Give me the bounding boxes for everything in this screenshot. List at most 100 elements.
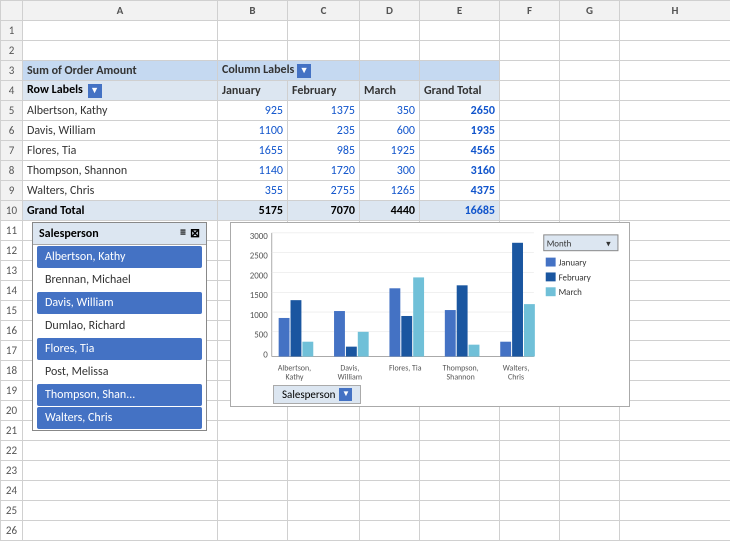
filter-header-icons: ≡ ⊠ xyxy=(180,226,200,241)
table-row: 9 Walters, Chris 355 2755 1265 4375 xyxy=(1,181,730,201)
filter-item-albertson[interactable]: Albertson, Kathy xyxy=(37,246,202,268)
bar-albertson-mar xyxy=(302,342,313,357)
filter-item-brennan[interactable]: Brennan, Michael xyxy=(37,269,202,291)
bar-davis-jan xyxy=(334,311,345,357)
chart-wrapper: 3000 2500 2000 1500 1000 500 0 xyxy=(231,223,629,406)
filter-item-thompson[interactable]: Thompson, Shan... xyxy=(37,384,202,406)
cell-albertson-mar: 350 xyxy=(360,101,420,121)
bar-davis-mar xyxy=(358,332,369,357)
sum-of-order-label: Sum of Order Amount xyxy=(23,61,218,81)
salesperson-filter-button[interactable]: Salesperson ▼ xyxy=(273,385,361,404)
grand-total-row: 10 Grand Total 5175 7070 4440 16685 xyxy=(1,201,730,221)
table-row: 2 xyxy=(1,41,730,61)
pivot-header-row: 4 Row Labels ▼ January February March Gr… xyxy=(1,81,730,101)
y-label-0: 0 xyxy=(263,351,268,361)
filter-item-flores[interactable]: Flores, Tia xyxy=(37,338,202,360)
col-G: G xyxy=(560,1,620,21)
table-row: 1 xyxy=(1,21,730,41)
row-filter-icon[interactable]: ▼ xyxy=(88,84,102,98)
bar-thompson-jan xyxy=(445,310,456,356)
grand-total-feb: 7070 xyxy=(288,201,360,221)
cell-thompson-mar: 300 xyxy=(360,161,420,181)
table-row: 24 xyxy=(1,481,730,501)
col-D: D xyxy=(360,1,420,21)
y-label-1000: 1000 xyxy=(250,311,269,321)
filter-item-walters[interactable]: Walters, Chris xyxy=(37,407,202,429)
filter-item-post[interactable]: Post, Melissa xyxy=(37,361,202,383)
cell-albertson-feb: 1375 xyxy=(288,101,360,121)
legend-label-february: February xyxy=(559,273,591,283)
cell-albertson-total: 2650 xyxy=(420,101,500,121)
cell-flores-jan: 1655 xyxy=(218,141,288,161)
cell-albertson-jan: 925 xyxy=(218,101,288,121)
svg-text:William: William xyxy=(338,372,362,382)
table-row: 7 Flores, Tia 1655 985 1925 4565 xyxy=(1,141,730,161)
cell-walters-total: 4375 xyxy=(420,181,500,201)
person-albertson: Albertson, Kathy xyxy=(23,101,218,121)
y-label-500: 500 xyxy=(254,331,268,341)
filter-item-davis[interactable]: Davis, William xyxy=(37,292,202,314)
cell-davis-total: 1935 xyxy=(420,121,500,141)
cell-thompson-total: 3160 xyxy=(420,161,500,181)
table-row: 6 Davis, William 1100 235 600 1935 xyxy=(1,121,730,141)
month-dropdown-arrow: ▾ xyxy=(606,240,611,250)
legend-label-march: March xyxy=(559,288,583,298)
col-H: H xyxy=(620,1,730,21)
cell-walters-mar: 1265 xyxy=(360,181,420,201)
table-row: 8 Thompson, Shannon 1140 1720 300 3160 xyxy=(1,161,730,181)
grand-total-mar: 4440 xyxy=(360,201,420,221)
chart-svg: 3000 2500 2000 1500 1000 500 0 xyxy=(231,223,629,406)
january-header: January xyxy=(218,81,288,101)
bar-davis-feb xyxy=(346,347,357,357)
bar-albertson-feb xyxy=(291,300,302,356)
table-row: 26 xyxy=(1,521,730,541)
person-flores: Flores, Tia xyxy=(23,141,218,161)
column-filter-icon[interactable]: ▼ xyxy=(297,64,311,78)
grand-total-jan: 5175 xyxy=(218,201,288,221)
salesperson-btn-label: Salesperson xyxy=(282,388,335,401)
legend-swatch-january xyxy=(546,258,556,267)
table-row: 25 xyxy=(1,501,730,521)
cell-thompson-feb: 1720 xyxy=(288,161,360,181)
bar-flores-feb xyxy=(401,316,412,357)
grand-total-all: 16685 xyxy=(420,201,500,221)
bar-flores-mar xyxy=(413,277,424,356)
salesperson-filter-icon[interactable]: ▼ xyxy=(339,388,352,401)
row-labels-header: Row Labels xyxy=(27,83,83,97)
cell-thompson-jan: 1140 xyxy=(218,161,288,181)
cell-walters-jan: 355 xyxy=(218,181,288,201)
bar-walters-jan xyxy=(500,342,511,357)
cell-flores-feb: 985 xyxy=(288,141,360,161)
legend-swatch-march xyxy=(546,287,556,296)
cell-davis-jan: 1100 xyxy=(218,121,288,141)
y-label-2000: 2000 xyxy=(250,271,269,281)
filter-list-title: Salesperson xyxy=(39,227,99,241)
filter-list-header: Salesperson ≡ ⊠ xyxy=(33,223,206,245)
x-label-flores: Flores, Tia xyxy=(389,363,422,373)
legend-swatch-february xyxy=(546,272,556,281)
filter-item-dumlao[interactable]: Dumlao, Richard xyxy=(37,315,202,337)
y-label-2500: 2500 xyxy=(250,252,269,262)
legend-label-january: January xyxy=(559,259,587,269)
cell-flores-mar: 1925 xyxy=(360,141,420,161)
cell-walters-feb: 2755 xyxy=(288,181,360,201)
bar-walters-mar xyxy=(524,304,535,356)
sort-icon[interactable]: ≡ xyxy=(180,226,186,241)
table-row: 23 xyxy=(1,461,730,481)
svg-text:Shannon: Shannon xyxy=(447,372,475,382)
cell-davis-feb: 235 xyxy=(288,121,360,141)
bar-thompson-feb xyxy=(457,285,468,356)
cell-davis-mar: 600 xyxy=(360,121,420,141)
y-label-3000: 3000 xyxy=(250,232,269,242)
february-header: February xyxy=(288,81,360,101)
person-thompson: Thompson, Shannon xyxy=(23,161,218,181)
table-row: 5 Albertson, Kathy 925 1375 350 2650 xyxy=(1,101,730,121)
col-A: A xyxy=(23,1,218,21)
svg-text:Chris: Chris xyxy=(508,372,524,382)
filter-list-panel: Salesperson ≡ ⊠ Albertson, Kathy Brennan… xyxy=(32,222,207,431)
funnel-icon[interactable]: ⊠ xyxy=(190,226,200,241)
grand-total-header: Grand Total xyxy=(420,81,500,101)
bar-albertson-jan xyxy=(279,318,290,357)
y-label-1500: 1500 xyxy=(250,291,269,301)
person-walters: Walters, Chris xyxy=(23,181,218,201)
